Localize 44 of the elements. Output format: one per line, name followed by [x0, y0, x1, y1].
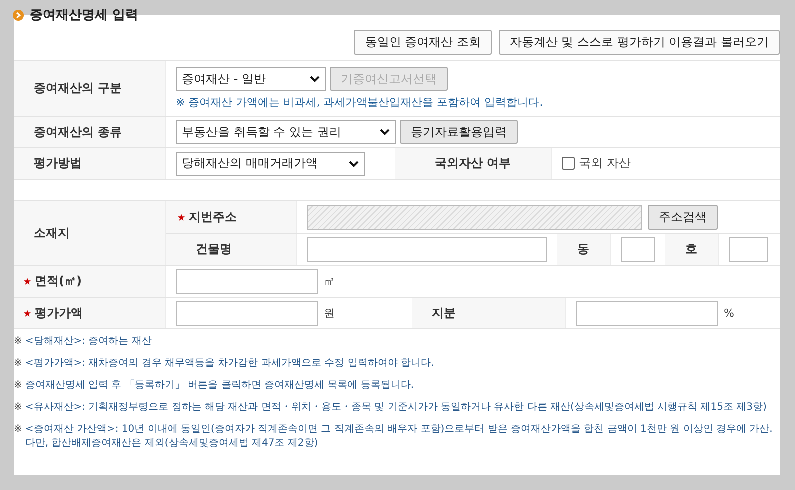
price-field[interactable] — [176, 300, 318, 326]
note-text: <증여재산 가산액>: 10년 이내에 동일인(증여자가 직계존속이면 그 직계존속의 배우자 포함)으로부터 받은 증여재산가액을 합친 금액이 1천만 원 이상인 경우에 가산. 다만, 합산배제증여재산은 제외(상속세및증여세법 제47조 제2항) — [25, 423, 774, 451]
load-button[interactable]: 자동계산 및 스스로 평가하기 이용결과 불러오기 — [498, 30, 780, 55]
unit-label: ㎡ — [324, 274, 335, 289]
valuation-select[interactable]: 당해재산의 매매거래가액 — [176, 152, 365, 176]
gift-type-select[interactable]: 증여재산 - 일반 — [176, 67, 326, 91]
note-mark: ※ — [14, 357, 22, 371]
field-label: 지분 — [412, 298, 566, 328]
field-label: 호 — [665, 234, 719, 265]
caret-icon — [349, 160, 359, 166]
unit-label: % — [724, 306, 734, 320]
field-label: 평가가액 — [35, 304, 83, 322]
building-name-field[interactable] — [307, 237, 547, 262]
note-text: <당해재산>: 증여하는 재산 — [25, 335, 152, 349]
note-text: ※ 증여재산 가액에는 비과세, 과세가액불산입재산을 포함하여 입력합니다. — [176, 95, 544, 110]
field-label: 증여재산의 구분 — [14, 61, 166, 116]
field-label: 면적(㎡) — [35, 273, 82, 290]
property-type-select[interactable]: 부동산을 취득할 수 있는 권리 — [176, 120, 396, 144]
note-mark: ※ — [14, 335, 22, 349]
unit-label: 원 — [324, 306, 335, 320]
section-title: 증여재산명세 입력 — [30, 7, 139, 24]
field-label: 건물명 — [166, 234, 297, 265]
share-field[interactable] — [576, 300, 718, 326]
area-field[interactable] — [176, 269, 318, 294]
field-label: 지번주소 — [189, 208, 237, 226]
load-button[interactable]: 동일인 증여재산 조회 — [354, 30, 492, 55]
note-mark: ※ — [14, 379, 22, 393]
field-label: 동 — [557, 234, 611, 265]
caret-icon — [310, 76, 320, 82]
caret-icon — [380, 129, 390, 135]
field-label: 국외자산 여부 — [395, 148, 552, 179]
note-text: <유사재산>: 기획재정부령으로 정하는 해당 재산과 면적・위치・용도・종목 및 기준시가가 동일하거나 유사한 다른 재산(상속세및증여세법 시행규칙 제15조 제3항) — [25, 401, 767, 415]
note-mark: ※ — [14, 401, 22, 415]
foreign-asset-checkbox[interactable]: 국외 자산 — [562, 155, 631, 172]
field-label: 평가방법 — [14, 148, 166, 179]
dong-field[interactable] — [621, 237, 655, 262]
note-text: <평가가액>: 재차증여의 경우 채무액등을 차가감한 과세가액으로 수정 입력하여야 합니다. — [25, 357, 434, 371]
note-mark: ※ — [14, 423, 22, 437]
field-label: 증여재산의 종류 — [14, 117, 166, 147]
note-text: 증여재산명세 입력 후 「등록하기」 버튼을 클릭하면 증여재산명세 목록에 등록됩니다. — [25, 379, 414, 393]
field-label: 소재지 — [14, 201, 166, 265]
registry-input-button[interactable]: 등기자료활용입력 — [400, 120, 518, 144]
ho-field[interactable] — [729, 237, 768, 262]
address-search-button[interactable]: 주소검색 — [648, 204, 718, 230]
